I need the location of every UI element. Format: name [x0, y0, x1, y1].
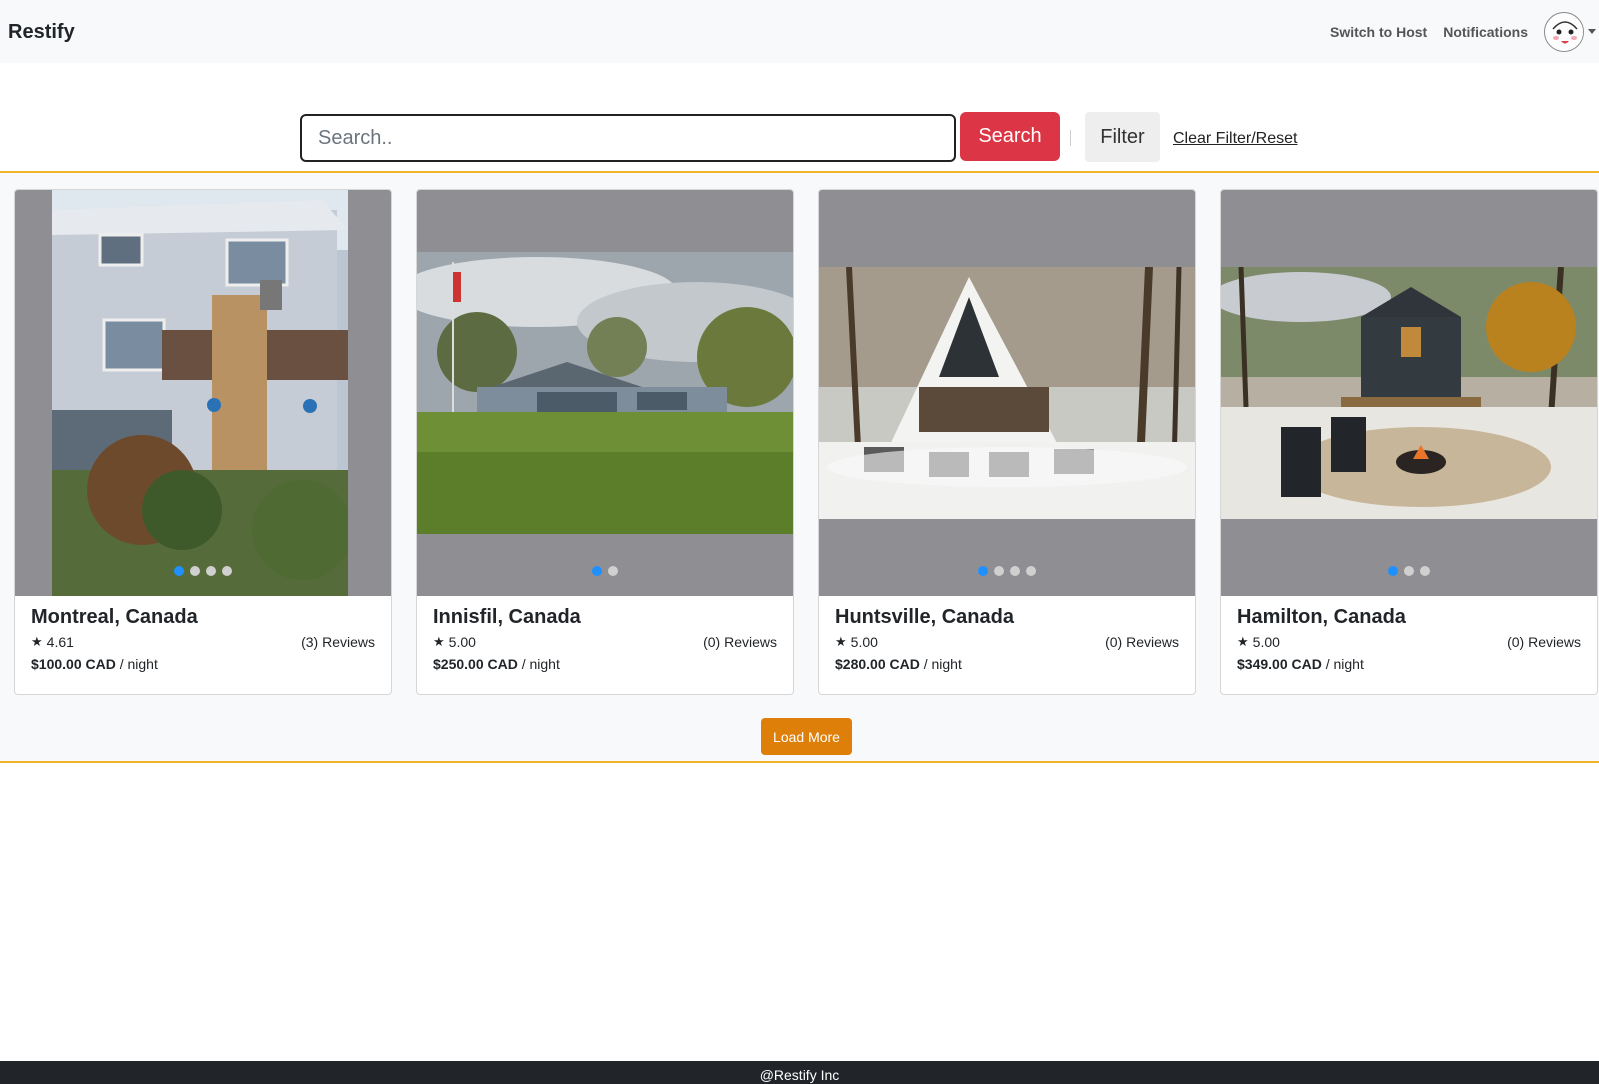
- star-icon: ★: [433, 634, 445, 649]
- card-body: Montreal, Canada ★ 4.61 (3) Reviews $100.…: [31, 606, 375, 672]
- carousel-dot[interactable]: [206, 566, 216, 576]
- navbar: Restify Switch to Host Notifications: [0, 0, 1599, 63]
- price-unit: / night: [119, 656, 158, 672]
- carousel-dot[interactable]: [222, 566, 232, 576]
- price-amount: $280.00 CAD: [835, 656, 920, 672]
- listing-price: $280.00 CAD / night: [835, 656, 1179, 672]
- listing-rating: ★ 4.61: [31, 634, 74, 650]
- load-more-button[interactable]: Load More: [761, 718, 852, 755]
- search-input[interactable]: [300, 114, 956, 162]
- listing-card[interactable]: Huntsville, Canada ★ 5.00 (0) Reviews $28…: [818, 189, 1196, 695]
- carousel-dot[interactable]: [1404, 566, 1414, 576]
- divider: [1070, 130, 1071, 146]
- review-count: (0) Reviews: [1507, 634, 1581, 650]
- rating-value: 4.61: [46, 634, 74, 650]
- notifications-link[interactable]: Notifications: [1443, 24, 1528, 40]
- listing-card[interactable]: Innisfil, Canada ★ 5.00 (0) Reviews $250.…: [416, 189, 794, 695]
- carousel-dot[interactable]: [608, 566, 618, 576]
- star-icon: ★: [835, 634, 847, 649]
- listing-price: $250.00 CAD / night: [433, 656, 777, 672]
- listing-photo: [1221, 267, 1597, 519]
- card-body: Huntsville, Canada ★ 5.00 (0) Reviews $28…: [835, 606, 1179, 672]
- listing-photo: [819, 267, 1195, 519]
- switch-to-host-link[interactable]: Switch to Host: [1330, 24, 1427, 40]
- review-count: (0) Reviews: [1105, 634, 1179, 650]
- carousel-dot[interactable]: [1010, 566, 1020, 576]
- listing-price: $349.00 CAD / night: [1237, 656, 1581, 672]
- carousel-dot[interactable]: [994, 566, 1004, 576]
- price-amount: $250.00 CAD: [433, 656, 518, 672]
- carousel-dots: [819, 566, 1195, 576]
- carousel-dot[interactable]: [592, 566, 602, 576]
- price-unit: / night: [923, 656, 962, 672]
- price-amount: $349.00 CAD: [1237, 656, 1322, 672]
- avatar: [1544, 11, 1584, 52]
- carousel-dots: [417, 566, 793, 576]
- carousel-dot[interactable]: [1026, 566, 1036, 576]
- listing-city[interactable]: Huntsville, Canada: [835, 606, 1179, 629]
- listing-image-carousel[interactable]: [819, 190, 1195, 596]
- search-area: Search Filter Clear Filter/Reset: [0, 63, 1599, 171]
- rating-value: 5.00: [1252, 634, 1280, 650]
- price-unit: / night: [521, 656, 560, 672]
- card-body: Innisfil, Canada ★ 5.00 (0) Reviews $250.…: [433, 606, 777, 672]
- listing-card[interactable]: Hamilton, Canada ★ 5.00 (0) Reviews $349.…: [1220, 189, 1598, 695]
- price-unit: / night: [1325, 656, 1364, 672]
- listing-image-carousel[interactable]: [1221, 190, 1597, 596]
- listing-rating: ★ 5.00: [433, 634, 476, 650]
- rating-value: 5.00: [850, 634, 878, 650]
- account-menu-toggle[interactable]: [1544, 11, 1596, 52]
- listing-card[interactable]: Montreal, Canada ★ 4.61 (3) Reviews $100.…: [14, 189, 392, 695]
- listing-city[interactable]: Innisfil, Canada: [433, 606, 777, 629]
- review-count: (3) Reviews: [301, 634, 375, 650]
- listing-image-carousel[interactable]: [417, 190, 793, 596]
- rating-value: 5.00: [448, 634, 476, 650]
- price-amount: $100.00 CAD: [31, 656, 116, 672]
- nav-right: Switch to Host Notifications: [1330, 0, 1599, 63]
- listing-city[interactable]: Hamilton, Canada: [1237, 606, 1581, 629]
- carousel-dot[interactable]: [1420, 566, 1430, 576]
- listing-photo: [52, 190, 348, 596]
- listing-rating: ★ 5.00: [835, 634, 878, 650]
- carousel-dot[interactable]: [978, 566, 988, 576]
- listing-rating: ★ 5.00: [1237, 634, 1280, 650]
- carousel-dot[interactable]: [1388, 566, 1398, 576]
- listings-section: Montreal, Canada ★ 4.61 (3) Reviews $100.…: [0, 171, 1599, 763]
- star-icon: ★: [1237, 634, 1249, 649]
- listing-city[interactable]: Montreal, Canada: [31, 606, 375, 629]
- footer: @Restify Inc: [0, 1061, 1599, 1084]
- carousel-dots: [1221, 566, 1597, 576]
- listing-photo: [417, 252, 793, 534]
- listing-image-carousel[interactable]: [15, 190, 391, 596]
- clear-filter-link[interactable]: Clear Filter/Reset: [1173, 130, 1297, 148]
- carousel-dots: [15, 566, 391, 576]
- brand-logo[interactable]: Restify: [8, 21, 75, 44]
- review-count: (0) Reviews: [703, 634, 777, 650]
- filter-button[interactable]: Filter: [1085, 112, 1160, 162]
- caret-down-icon: [1588, 29, 1596, 34]
- star-icon: ★: [31, 634, 43, 649]
- card-body: Hamilton, Canada ★ 5.00 (0) Reviews $349.…: [1237, 606, 1581, 672]
- carousel-dot[interactable]: [190, 566, 200, 576]
- search-button[interactable]: Search: [960, 112, 1060, 161]
- carousel-dot[interactable]: [174, 566, 184, 576]
- listing-price: $100.00 CAD / night: [31, 656, 375, 672]
